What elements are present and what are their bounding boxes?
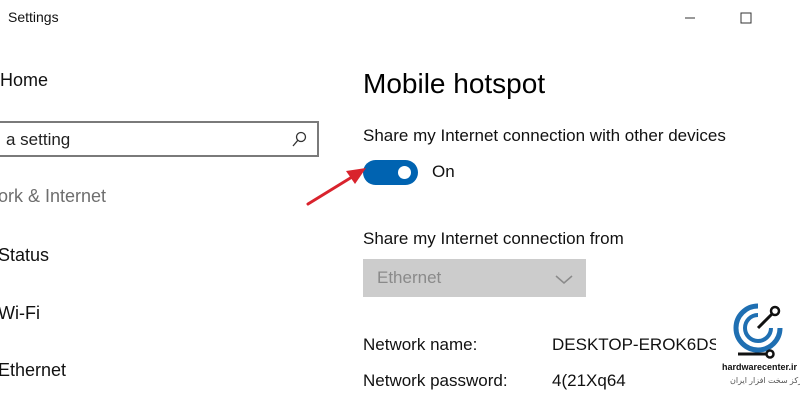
title-bar: Settings	[0, 0, 800, 36]
sidebar-category-network: ork & Internet	[0, 186, 107, 206]
minimize-button[interactable]	[664, 0, 716, 36]
maximize-button[interactable]	[720, 0, 772, 36]
watermark-domain: hardwarecenter.ir	[722, 362, 798, 372]
share-connection-label: Share my Internet connection with other …	[363, 126, 726, 145]
maximize-icon	[740, 12, 752, 24]
toggle-state-label: On	[432, 162, 455, 181]
nav-home[interactable]: Home	[0, 70, 48, 91]
search-input-text: a setting	[6, 130, 71, 149]
sidebar-item-ethernet[interactable]: Ethernet	[0, 360, 66, 381]
search-icon[interactable]	[291, 131, 307, 154]
page-title: Mobile hotspot	[363, 68, 546, 99]
sidebar-item-wifi[interactable]: Wi-Fi	[0, 303, 40, 324]
toggle-knob	[398, 166, 411, 179]
sidebar-item-status[interactable]: Status	[0, 245, 49, 266]
chevron-down-icon	[555, 272, 573, 290]
window-title: Settings	[8, 9, 59, 25]
search-input[interactable]: a setting	[0, 121, 319, 157]
minimize-icon	[685, 17, 695, 19]
hardwarecenter-logo	[733, 303, 783, 359]
share-from-dropdown[interactable]: Ethernet	[363, 259, 586, 297]
watermark-tagline: مرکز سخت افزار ایران	[730, 376, 800, 385]
share-from-label: Share my Internet connection from	[363, 229, 624, 248]
network-name-label: Network name:	[363, 335, 478, 354]
annotation-arrow-icon	[306, 168, 366, 206]
network-password-value: 4(21Xq64	[552, 371, 626, 390]
network-password-label: Network password:	[363, 371, 508, 390]
watermark: hardwarecenter.ir مرکز سخت افزار ایران	[716, 296, 800, 400]
network-name-value: DESKTOP-EROK6DS 3	[552, 335, 735, 354]
dropdown-selected-value: Ethernet	[377, 268, 442, 287]
